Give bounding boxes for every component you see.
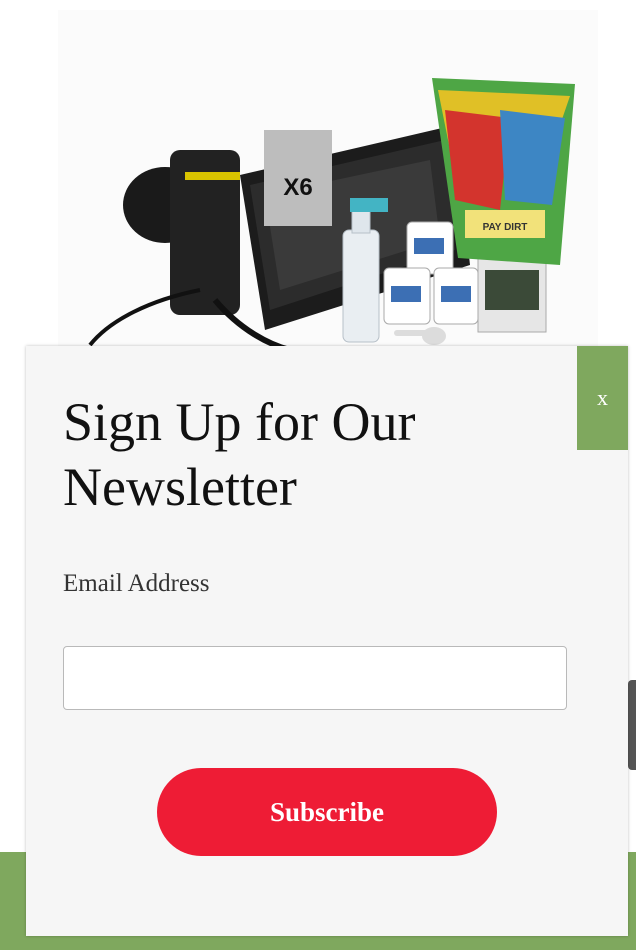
svg-text:X6: X6 <box>283 174 312 201</box>
email-label: Email Address <box>63 570 210 597</box>
hydroponic-kit-image: X6 PAY DIRT <box>88 78 575 353</box>
email-field[interactable] <box>63 646 567 710</box>
subscribe-button[interactable]: Subscribe <box>157 768 497 856</box>
newsletter-modal: x Sign Up for Our Newsletter Email Addre… <box>26 346 628 936</box>
svg-text:PAY DIRT: PAY DIRT <box>483 222 528 233</box>
modal-title: Sign Up for Our Newsletter <box>63 392 416 517</box>
page-edge-element <box>628 680 636 770</box>
scoop-shape <box>394 327 446 345</box>
close-button[interactable]: x <box>577 346 628 450</box>
x6-packet-shape: X6 <box>264 130 332 226</box>
